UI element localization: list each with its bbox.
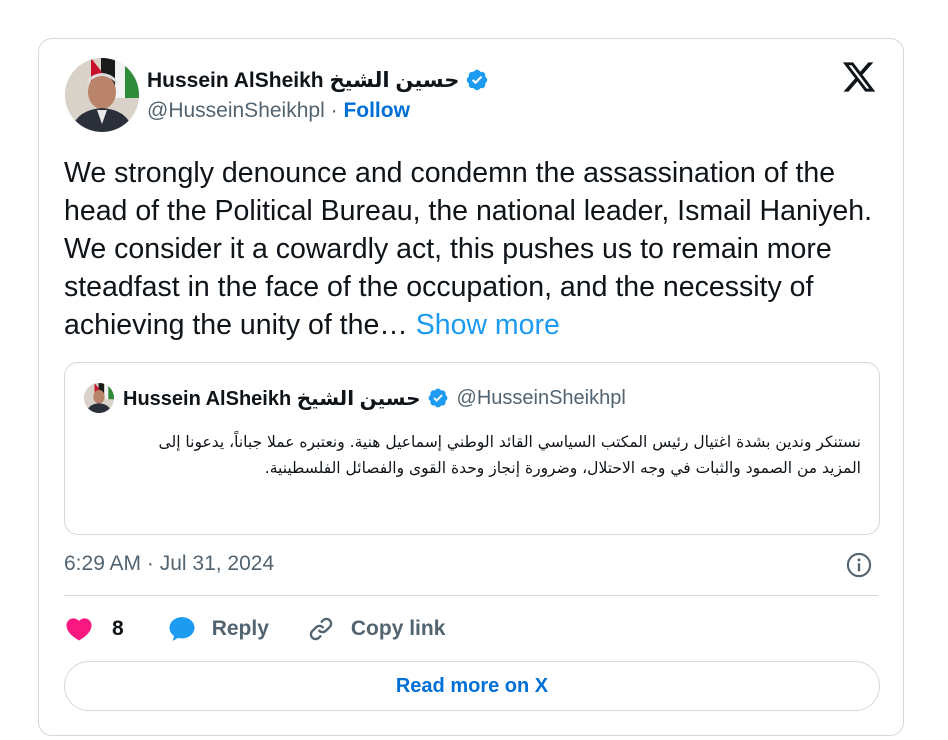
author-handle[interactable]: @HusseinSheikhpl	[147, 99, 325, 122]
heart-icon	[66, 618, 92, 641]
x-logo-icon[interactable]	[841, 59, 877, 95]
verified-badge-icon	[467, 69, 488, 91]
reply-button[interactable]: Reply	[166, 614, 269, 644]
speech-bubble-icon	[169, 617, 195, 641]
author-name[interactable]: Hussein AlSheikh حسين الشيخ	[147, 68, 459, 93]
copy-link-button[interactable]: Copy link	[307, 615, 446, 643]
author-handle-row: @HusseinSheikhpl · Follow	[147, 99, 410, 123]
action-bar: 8 Reply Copy link	[64, 611, 445, 647]
read-more-button[interactable]: Read more on X	[64, 661, 880, 711]
verified-badge-icon	[428, 388, 447, 408]
quoted-author-avatar	[84, 383, 114, 413]
quoted-tweet[interactable]: Hussein AlSheikh حسين الشيخ @HusseinShei…	[64, 362, 880, 535]
like-count: 8	[112, 617, 124, 640]
copy-link-label: Copy link	[350, 617, 446, 640]
quoted-author-handle: @HusseinSheikhpl	[456, 386, 626, 409]
link-icon	[309, 617, 333, 641]
author-name-row: Hussein AlSheikh حسين الشيخ	[147, 65, 489, 95]
quoted-author-row: Hussein AlSheikh حسين الشيخ @HusseinShei…	[123, 384, 626, 412]
divider	[64, 595, 878, 596]
tweet-body: We strongly denounce and condemn the ass…	[64, 154, 884, 344]
handle-separator: ·	[330, 99, 338, 122]
quoted-tweet-text: نستنكر وندين بشدة اغتيال رئيس المكتب الس…	[158, 433, 861, 477]
author-avatar[interactable]	[65, 58, 139, 132]
show-more-link[interactable]: Show more	[416, 309, 560, 341]
tweet-card: Hussein AlSheikh حسين الشيخ @HusseinShei…	[38, 38, 904, 736]
follow-button[interactable]: Follow	[343, 99, 410, 122]
tweet-timestamp[interactable]: 6:29 AM · Jul 31, 2024	[64, 552, 274, 576]
info-icon[interactable]	[845, 551, 873, 579]
quoted-author-name: Hussein AlSheikh حسين الشيخ	[123, 387, 421, 410]
like-button[interactable]: 8	[64, 614, 124, 644]
reply-label: Reply	[211, 617, 269, 640]
